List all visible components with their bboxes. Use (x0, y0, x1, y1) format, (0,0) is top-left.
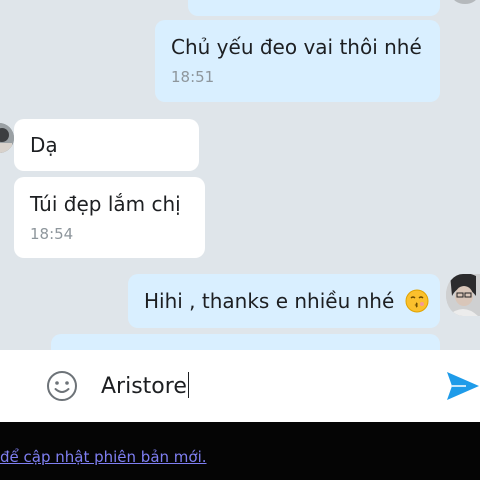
avatar[interactable] (0, 123, 14, 153)
send-icon[interactable] (446, 371, 480, 401)
update-link[interactable]: để cập nhật phiên bản mới. (0, 448, 207, 466)
message-list[interactable]: Chủ yếu đeo vai thôi nhé 18:51 Dạ Túi đẹ… (0, 0, 480, 350)
avatar-image (446, 274, 480, 316)
message-text: Chủ yếu đeo vai thôi nhé (171, 35, 422, 59)
message-bubble-outgoing[interactable] (51, 334, 440, 350)
message-content: Hihi , thanks e nhiều nhé (144, 288, 429, 314)
message-timestamp: 18:54 (30, 225, 74, 243)
message-input[interactable]: Aristore (101, 372, 189, 399)
chat-screen: Chủ yếu đeo vai thôi nhé 18:51 Dạ Túi đẹ… (0, 0, 480, 480)
message-bubble-incoming[interactable]: Túi đẹp lắm chị 18:54 (14, 177, 205, 258)
avatar[interactable] (452, 0, 478, 4)
text-caret (187, 372, 189, 398)
avatar[interactable] (446, 274, 480, 316)
update-banner: để cập nhật phiên bản mới. (0, 422, 480, 480)
message-bubble-incoming[interactable]: Dạ (14, 119, 199, 171)
message-composer: Aristore (0, 350, 480, 422)
kissing-face-emoji (405, 289, 429, 313)
message-timestamp: 18:51 (171, 68, 215, 86)
message-input-value: Aristore (101, 374, 187, 399)
avatar-image (0, 123, 14, 153)
message-text: Hihi , thanks e nhiều nhé (144, 289, 395, 313)
message-text: Túi đẹp lắm chị (30, 192, 181, 216)
message-bubble-outgoing[interactable]: Hihi , thanks e nhiều nhé (128, 274, 440, 328)
message-text: Dạ (30, 133, 58, 157)
message-bubble-outgoing[interactable] (188, 0, 440, 16)
smiley-icon[interactable] (46, 370, 78, 402)
message-bubble-outgoing[interactable]: Chủ yếu đeo vai thôi nhé 18:51 (155, 20, 440, 102)
